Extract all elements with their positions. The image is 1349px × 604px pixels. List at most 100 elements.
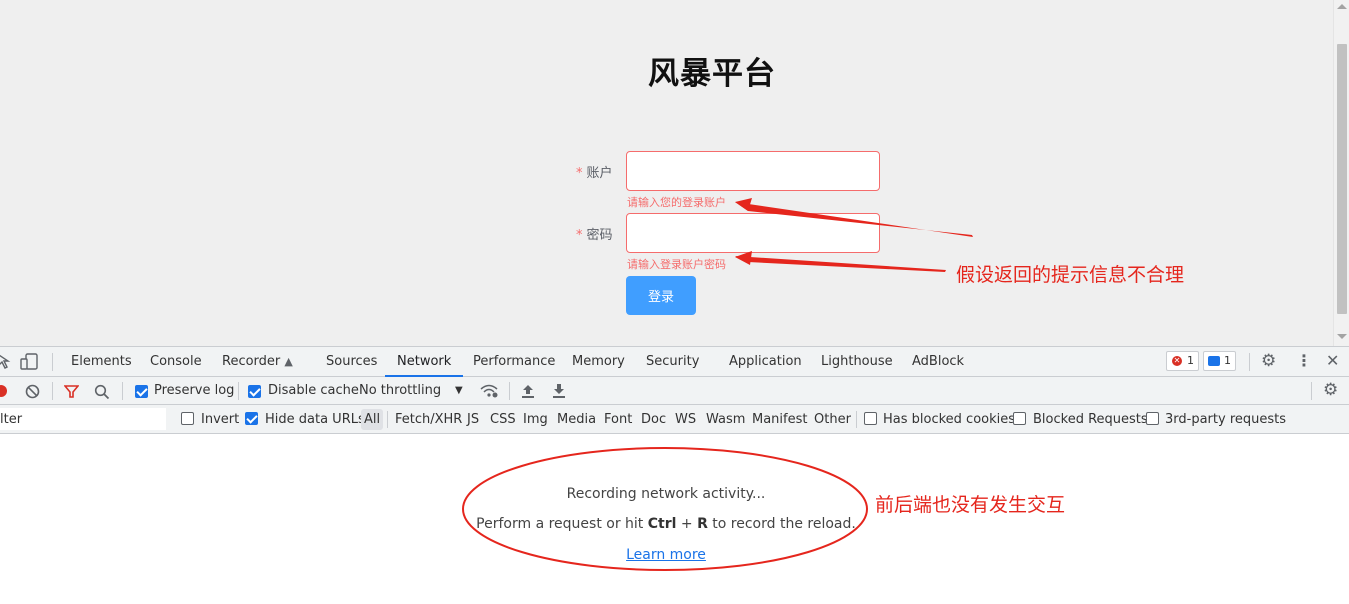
tab-elements[interactable]: Elements (71, 347, 132, 377)
filter-divider (856, 411, 857, 428)
hint-key-ctrl: Ctrl (647, 516, 677, 532)
tab-adblock[interactable]: AdBlock (912, 347, 964, 377)
tab-application[interactable]: Application (729, 347, 802, 377)
filter-icon[interactable] (64, 384, 79, 399)
blocked-requests-label: Blocked Requests (1033, 412, 1148, 427)
page-title: 风暴平台 (648, 56, 776, 92)
preserve-log-label: Preserve log (154, 383, 235, 398)
has-blocked-cookies-checkbox[interactable] (864, 412, 877, 425)
clear-icon[interactable] (25, 384, 40, 399)
tab-sources[interactable]: Sources (326, 347, 377, 377)
scroll-up-icon[interactable] (1337, 4, 1347, 9)
learn-more-link[interactable]: Learn more (566, 547, 766, 563)
tab-performance[interactable]: Performance (473, 347, 555, 377)
filter-divider (387, 411, 388, 428)
account-input[interactable] (626, 151, 880, 191)
filter-input[interactable] (0, 408, 166, 430)
invert-checkbox[interactable] (181, 412, 194, 425)
network-conditions-icon[interactable] (479, 383, 499, 399)
preserve-log-checkbox[interactable] (135, 385, 148, 398)
devtools-tabbar: Elements Console Recorder ▲ Sources Netw… (0, 347, 1349, 377)
flask-icon: ▲ (284, 355, 293, 368)
recording-message: Recording network activity... (566, 486, 766, 502)
scrollbar-thumb[interactable] (1337, 44, 1347, 314)
inspect-element-icon[interactable] (0, 354, 12, 370)
network-toolbar: Preserve log Disable cache No throttling… (0, 377, 1349, 405)
filter-type-other[interactable]: Other (814, 405, 851, 434)
hint-plus: + (676, 516, 698, 532)
filter-type-media[interactable]: Media (557, 405, 596, 434)
filter-type-ws[interactable]: WS (675, 405, 696, 434)
password-input[interactable] (626, 213, 880, 253)
login-button[interactable]: 登录 (626, 276, 696, 315)
hide-data-urls-label: Hide data URLs (265, 412, 365, 427)
devtools-panel: Elements Console Recorder ▲ Sources Netw… (0, 346, 1349, 604)
page-viewport: 风暴平台 * 账户 请输入您的登录账户 * 密码 请输入登录账户密码 登录 (0, 0, 1349, 346)
filter-type-wasm[interactable]: Wasm (706, 405, 745, 434)
throttling-select[interactable]: No throttling ▼ (359, 377, 463, 405)
filter-type-font[interactable]: Font (604, 405, 632, 434)
hint-suffix: to record the reload. (707, 516, 856, 532)
password-label: * 密码 (576, 224, 613, 243)
filter-type-doc[interactable]: Doc (641, 405, 666, 434)
toolbar-divider (52, 382, 53, 400)
tab-network[interactable]: Network (385, 347, 464, 377)
filter-type-js[interactable]: JS (467, 405, 479, 434)
has-blocked-cookies-label: Has blocked cookies (883, 412, 1016, 427)
error-icon: ✕ (1172, 356, 1182, 366)
export-har-icon[interactable] (552, 383, 566, 399)
hint-key-r: R (697, 516, 708, 532)
third-party-requests-checkbox[interactable] (1146, 412, 1159, 425)
network-settings-gear-icon[interactable]: ⚙ (1323, 382, 1338, 399)
annotation-note-no-interaction: 前后端也没有发生交互 (875, 494, 1066, 516)
password-error: 请输入登录账户密码 (627, 258, 726, 271)
filter-type-img[interactable]: Img (523, 405, 548, 434)
hide-data-urls-checkbox[interactable] (245, 412, 258, 425)
toolbar-divider (509, 382, 510, 400)
filter-type-all[interactable]: All (361, 409, 384, 430)
throttling-value: No throttling (359, 383, 442, 398)
filter-type-css[interactable]: CSS (490, 405, 516, 434)
annotation-note-invalid-message: 假设返回的提示信息不合理 (956, 264, 1185, 286)
tab-lighthouse[interactable]: Lighthouse (821, 347, 893, 377)
blocked-requests-checkbox[interactable] (1013, 412, 1026, 425)
network-filter-bar: Invert Hide data URLs All Fetch/XHR JS C… (0, 405, 1349, 434)
tab-security[interactable]: Security (646, 347, 699, 377)
settings-gear-icon[interactable]: ⚙ (1261, 353, 1276, 370)
toolbar-divider (238, 382, 239, 400)
tab-console[interactable]: Console (150, 347, 202, 377)
search-icon[interactable] (94, 384, 110, 400)
tab-memory[interactable]: Memory (572, 347, 625, 377)
screenshot-root: 风暴平台 * 账户 请输入您的登录账户 * 密码 请输入登录账户密码 登录 El… (0, 0, 1349, 604)
record-icon[interactable] (0, 385, 7, 397)
disable-cache-checkbox[interactable] (248, 385, 261, 398)
record-hint: Perform a request or hit Ctrl + R to rec… (446, 516, 886, 532)
tab-recorder[interactable]: Recorder ▲ (222, 347, 293, 377)
close-devtools-icon[interactable]: ✕ (1326, 353, 1339, 369)
tabbar-divider (1249, 353, 1250, 371)
filter-type-fetch-xhr[interactable]: Fetch/XHR (395, 405, 462, 434)
invert-label: Invert (201, 412, 240, 427)
tab-recorder-label: Recorder (222, 354, 281, 369)
account-label-text: 账户 (586, 166, 613, 181)
error-count-badge[interactable]: ✕ 1 (1166, 351, 1199, 371)
message-count-badge[interactable]: 1 (1203, 351, 1236, 371)
required-mark: * (576, 228, 583, 243)
chevron-down-icon: ▼ (455, 385, 463, 396)
message-icon (1208, 356, 1220, 366)
toolbar-divider (122, 382, 123, 400)
account-error: 请输入您的登录账户 (627, 196, 726, 209)
toolbar-divider (1311, 382, 1312, 400)
page-scrollbar[interactable] (1333, 0, 1349, 346)
required-mark: * (576, 166, 583, 181)
account-label: * 账户 (576, 162, 613, 181)
message-count: 1 (1224, 354, 1231, 367)
device-toolbar-icon[interactable] (20, 353, 40, 371)
import-har-icon[interactable] (521, 383, 535, 399)
filter-type-manifest[interactable]: Manifest (752, 405, 807, 434)
scroll-down-icon[interactable] (1337, 334, 1347, 339)
disable-cache-label: Disable cache (268, 383, 359, 398)
error-count: 1 (1187, 354, 1194, 367)
password-label-text: 密码 (586, 228, 613, 243)
more-options-icon[interactable]: ⋮ (1296, 353, 1312, 369)
